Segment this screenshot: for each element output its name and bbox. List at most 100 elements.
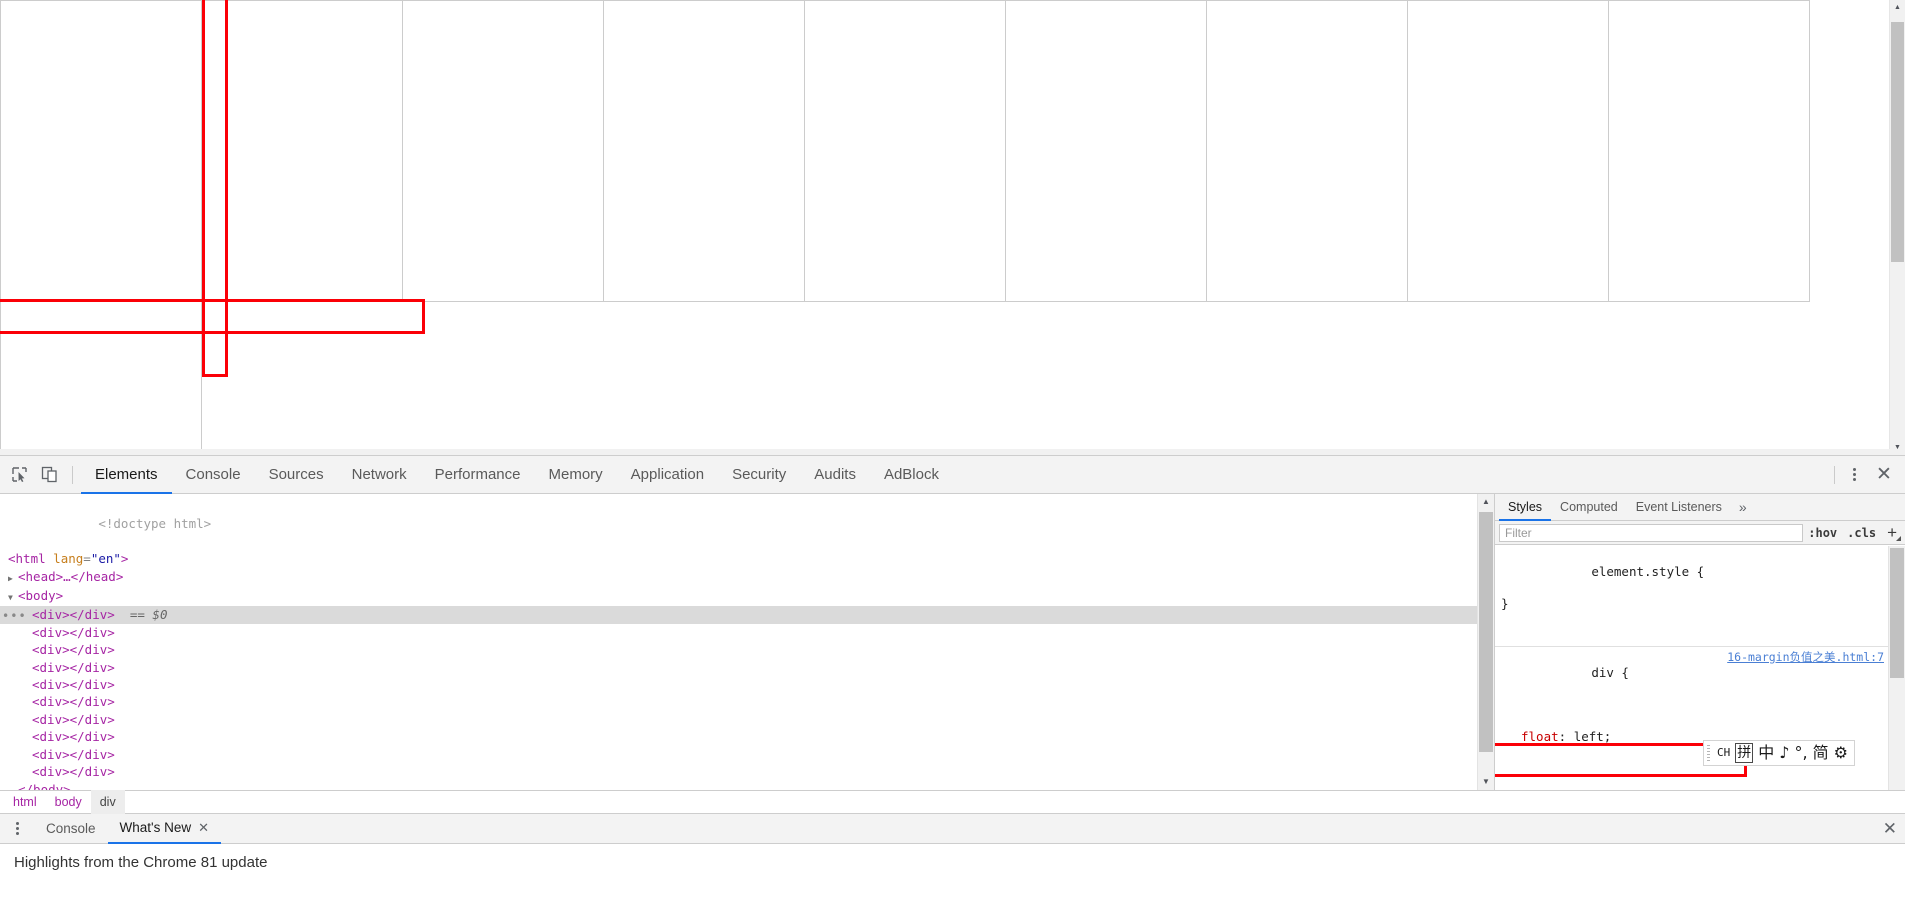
dom-line-div[interactable]: <div></div>	[0, 711, 1477, 728]
dom-line-head[interactable]: ▶ <head>…</head>	[0, 568, 1477, 587]
floated-demo-box[interactable]	[1005, 0, 1207, 302]
decl-float-value: left;	[1573, 729, 1612, 744]
drawer-tab-whats-new[interactable]: What's New ✕	[107, 814, 222, 844]
hov-state-button[interactable]: :hov	[1803, 526, 1842, 540]
inspect-element-icon[interactable]	[4, 460, 34, 490]
tab-memory[interactable]: Memory	[535, 456, 617, 494]
ime-sound-toggle-icon[interactable]: ♪	[1779, 744, 1789, 762]
dom-line-div[interactable]: <div></div>	[0, 676, 1477, 693]
floated-demo-box[interactable]	[1407, 0, 1609, 302]
styles-scroll-thumb[interactable]	[1890, 548, 1904, 678]
div-rule-source-link[interactable]: 16-margin负值之美.html:7	[1727, 649, 1884, 665]
tab-network[interactable]: Network	[338, 456, 421, 494]
device-toolbar-icon[interactable]	[34, 460, 64, 490]
ime-language-chinese[interactable]: CH	[1717, 744, 1730, 762]
breadcrumb-item-div[interactable]: div	[90, 790, 125, 814]
div-tag-text: <div></div>	[32, 729, 115, 745]
breadcrumb-item-body[interactable]: body	[46, 790, 91, 814]
drawer-tab-close-icon[interactable]: ✕	[198, 814, 209, 843]
tab-application[interactable]: Application	[617, 456, 718, 494]
drawer-tab-console[interactable]: Console	[34, 814, 108, 844]
ime-pinyin-mode[interactable]: 拼	[1735, 743, 1754, 763]
drawer-content: Highlights from the Chrome 81 update	[0, 844, 1905, 881]
floated-demo-box[interactable]	[1608, 0, 1810, 302]
tab-computed[interactable]: Computed	[1551, 494, 1627, 521]
dom-line-html-open[interactable]: <html lang="en">	[0, 550, 1477, 567]
dom-line-div[interactable]: <div></div>	[0, 728, 1477, 745]
floated-demo-box[interactable]	[804, 0, 1006, 302]
dom-line-div[interactable]: <div></div>	[0, 659, 1477, 676]
devtools-screenshot-root: ▲ ▼ Elements Console Sources Network Per…	[0, 0, 1905, 903]
styles-tabbar: Styles Computed Event Listeners »	[1495, 494, 1905, 521]
div-tag-text: <div></div>	[32, 642, 115, 658]
ime-drag-grip[interactable]	[1707, 745, 1710, 761]
body-close-tag: </body>	[18, 781, 71, 791]
css-rule-element-style[interactable]: element.style { }	[1495, 546, 1888, 647]
drawer-menu-icon[interactable]	[6, 818, 28, 840]
tab-console[interactable]: Console	[172, 456, 255, 494]
ime-floating-bar[interactable]: CH 拼 中 ♪ °, 简 ⚙	[1703, 740, 1855, 766]
ime-punctuation-toggle[interactable]: °,	[1794, 744, 1807, 762]
floated-demo-box[interactable]	[1206, 0, 1408, 302]
demo-page-canvas	[0, 0, 1890, 455]
cls-button[interactable]: .cls	[1842, 526, 1881, 540]
more-tabs-chevron-icon[interactable]: »	[1731, 494, 1755, 521]
head-tag-text: <head>…</head>	[18, 568, 124, 584]
floated-demo-box[interactable]	[0, 0, 202, 302]
devtools-panel: Elements Console Sources Network Perform…	[0, 455, 1905, 903]
div-rule-selector: div {	[1591, 665, 1629, 680]
body-collapse-twisty-icon[interactable]: ▼	[8, 589, 18, 606]
dom-line-div[interactable]: <div></div>	[0, 746, 1477, 763]
styles-filter-input[interactable]	[1499, 523, 1804, 542]
dom-line-body-open[interactable]: ▼ <body>	[0, 587, 1477, 606]
html-open-tag: <html	[8, 551, 46, 567]
close-icon[interactable]: ✕	[1871, 462, 1897, 488]
tab-event-listeners[interactable]: Event Listeners	[1627, 494, 1731, 521]
dom-tree: <!doctype html> <html lang="en"> ▶ <head>…	[0, 494, 1477, 790]
styles-pane-scrollbar[interactable]	[1888, 546, 1905, 790]
floated-demo-box[interactable]	[603, 0, 805, 302]
dom-line-body-close[interactable]: </body>	[0, 781, 1477, 791]
floated-demo-box[interactable]	[402, 0, 604, 302]
dom-scroll-up-arrow[interactable]: ▲	[1478, 494, 1494, 510]
new-style-rule-button[interactable]: +	[1881, 523, 1901, 542]
page-vertical-scrollbar[interactable]: ▲ ▼	[1889, 0, 1905, 455]
floated-demo-box[interactable]	[0, 301, 202, 455]
html-open-tag-bracket: >	[120, 551, 129, 567]
more-options-icon[interactable]	[1843, 464, 1865, 486]
element-style-selector: element.style {	[1591, 564, 1705, 579]
ime-settings-gear-icon[interactable]: ⚙	[1834, 744, 1848, 762]
tab-styles[interactable]: Styles	[1499, 494, 1552, 521]
dom-line-div[interactable]: <div></div>	[0, 624, 1477, 641]
dom-line-div[interactable]: <div></div>	[0, 641, 1477, 658]
dom-line-div[interactable]: <div></div>	[0, 693, 1477, 710]
head-expand-twisty-icon[interactable]: ▶	[8, 570, 18, 587]
dom-line-div[interactable]: <div></div>	[0, 763, 1477, 780]
page-scroll-up-arrow[interactable]: ▲	[1890, 0, 1905, 15]
selected-node-marker: == $0	[129, 607, 168, 623]
tab-elements[interactable]: Elements	[81, 456, 172, 494]
tab-adblock[interactable]: AdBlock	[870, 456, 953, 494]
drawer-close-icon[interactable]: ✕	[1883, 819, 1897, 839]
dom-line-doctype[interactable]: <!doctype html>	[0, 498, 1477, 550]
styles-toolbar: :hov .cls +	[1495, 521, 1905, 545]
tab-performance[interactable]: Performance	[421, 456, 535, 494]
css-rule-div-author[interactable]: div { 16-margin负值之美.html:7 float: left; …	[1495, 647, 1888, 790]
toolbar-divider	[72, 465, 73, 484]
tab-security[interactable]: Security	[718, 456, 800, 494]
tab-audits[interactable]: Audits	[800, 456, 870, 494]
doctype-text: <!doctype html>	[98, 516, 212, 532]
tab-sources[interactable]: Sources	[255, 456, 338, 494]
html-lang-attr-value: "en"	[90, 551, 121, 567]
floated-demo-box[interactable]	[201, 0, 403, 302]
ime-chinese-english-toggle[interactable]: 中	[1758, 744, 1774, 762]
breadcrumb-item-html[interactable]: html	[4, 790, 46, 814]
dom-scroll-thumb[interactable]	[1479, 512, 1493, 752]
dom-line-selected-div[interactable]: ••• <div></div> == $0	[0, 606, 1477, 624]
ime-simplified-traditional-toggle[interactable]: 简	[1813, 744, 1829, 762]
page-scroll-thumb[interactable]	[1891, 22, 1904, 262]
dom-tree-scrollbar[interactable]: ▲ ▼	[1477, 494, 1494, 790]
breadcrumb: html body div	[0, 790, 1905, 814]
div-tag-text: <div></div>	[32, 659, 115, 675]
dom-scroll-down-arrow[interactable]: ▼	[1478, 774, 1494, 790]
